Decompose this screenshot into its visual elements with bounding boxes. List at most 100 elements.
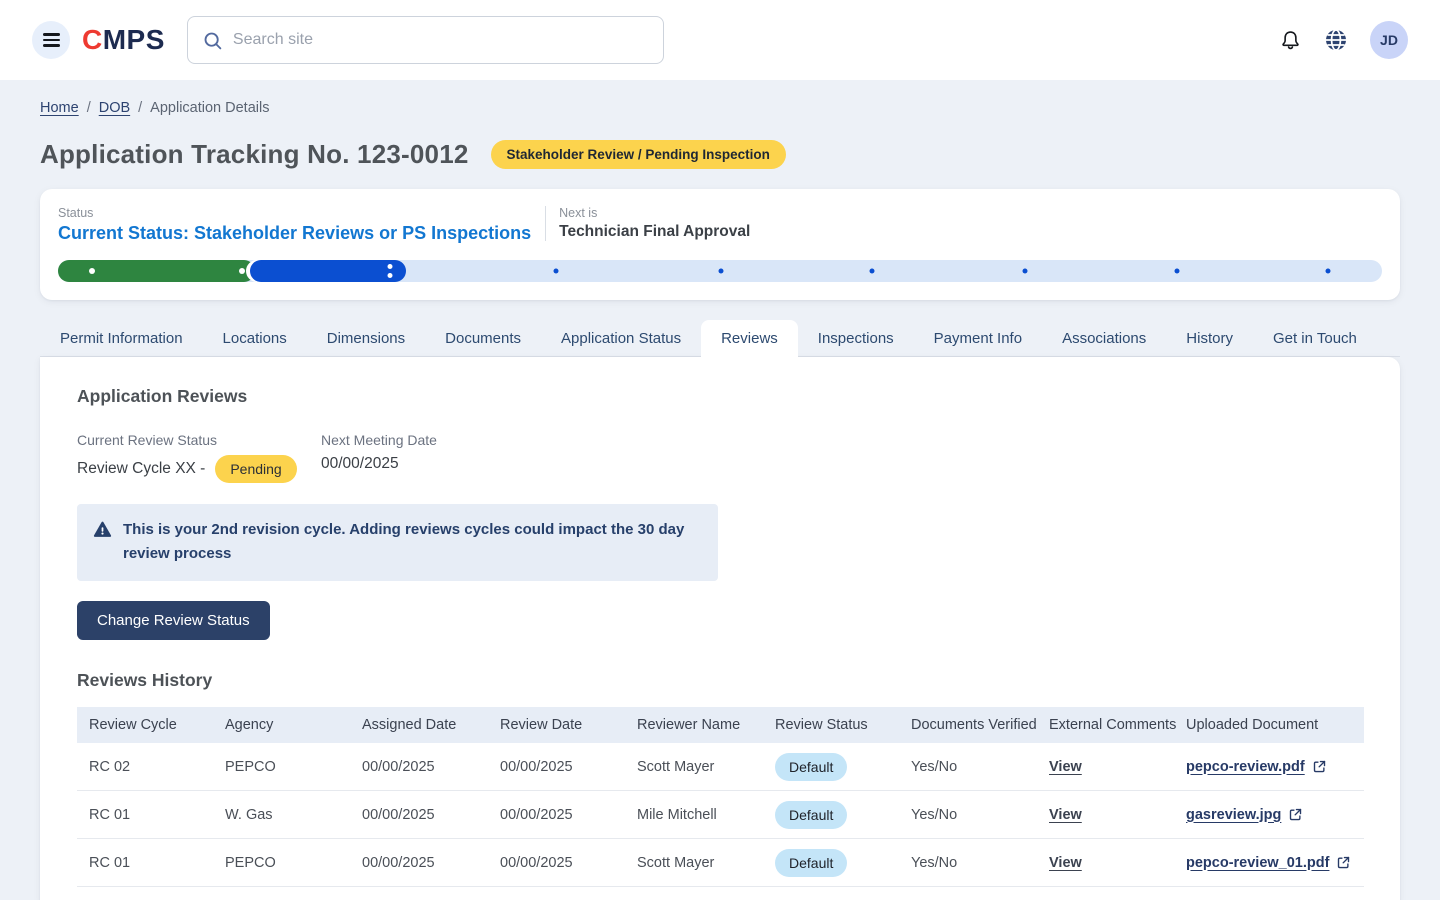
next-meeting-date-value: 00/00/2025 xyxy=(321,455,399,473)
column-header: Uploaded Document xyxy=(1186,717,1364,733)
review-status-badge: Default xyxy=(775,753,847,781)
review-status-badge: Default xyxy=(775,801,847,829)
progress-completed-segment xyxy=(58,260,255,282)
cell-reviewer: Scott Mayer xyxy=(637,759,775,775)
external-link-icon[interactable] xyxy=(1312,759,1327,774)
title-row: Application Tracking No. 123-0012 Stakeh… xyxy=(40,139,1400,170)
column-header: Review Status xyxy=(775,717,911,733)
view-comments-link[interactable]: View xyxy=(1049,759,1082,775)
next-meeting-date-label: Next Meeting Date xyxy=(321,432,565,448)
cell-uploaded-document: pepco-review_01.pdf xyxy=(1186,855,1364,871)
review-summary-fields: Current Review Status Review Cycle XX - … xyxy=(77,432,1364,483)
tab-bar: Permit InformationLocationsDimensionsDoc… xyxy=(40,320,1400,357)
menu-icon[interactable] xyxy=(32,21,70,59)
language-globe-icon[interactable] xyxy=(1324,28,1348,52)
uploaded-document-link[interactable]: gasreview.jpg xyxy=(1186,807,1281,823)
cell-reviewed: 00/00/2025 xyxy=(500,855,637,871)
cell-assigned: 00/00/2025 xyxy=(362,807,500,823)
warning-icon xyxy=(93,518,112,539)
revision-cycle-warning: This is your 2nd revision cycle. Adding … xyxy=(77,504,718,581)
cell-agency: PEPCO xyxy=(225,759,362,775)
tab-dimensions[interactable]: Dimensions xyxy=(307,320,425,356)
external-link-icon[interactable] xyxy=(1288,807,1303,822)
column-header: Assigned Date xyxy=(362,717,500,733)
column-header: Review Cycle xyxy=(89,717,225,733)
external-link-icon[interactable] xyxy=(1336,855,1351,870)
view-comments-link[interactable]: View xyxy=(1049,807,1082,823)
progress-step-dot xyxy=(1325,269,1330,274)
tab-application-status[interactable]: Application Status xyxy=(541,320,701,356)
progress-step-dot xyxy=(1022,269,1027,274)
cell-reviewer: Mile Mitchell xyxy=(637,807,775,823)
breadcrumb: Home / DOB / Application Details xyxy=(40,100,1400,116)
column-header: External Comments xyxy=(1049,717,1186,733)
current-review-status-label: Current Review Status xyxy=(77,432,321,448)
uploaded-document-link[interactable]: pepco-review_01.pdf xyxy=(1186,855,1329,871)
tab-get-in-touch[interactable]: Get in Touch xyxy=(1253,320,1377,356)
warning-text: This is your 2nd revision cycle. Adding … xyxy=(123,518,700,566)
cell-cycle: RC 02 xyxy=(89,759,225,775)
page-title: Application Tracking No. 123-0012 xyxy=(40,139,469,170)
application-status-badge: Stakeholder Review / Pending Inspection xyxy=(491,140,786,169)
cell-cycle: RC 01 xyxy=(89,807,225,823)
cell-review-status: Default xyxy=(775,849,911,877)
next-meeting-date-field: Next Meeting Date 00/00/2025 xyxy=(321,432,565,483)
reviews-table-body: RC 02PEPCO00/00/202500/00/2025Scott Maye… xyxy=(77,743,1364,887)
notifications-bell-icon[interactable] xyxy=(1279,29,1302,52)
site-search[interactable] xyxy=(187,16,664,64)
progress-step-dot xyxy=(870,269,875,274)
cell-documents-verified: Yes/No xyxy=(911,759,1049,775)
cell-reviewed: 00/00/2025 xyxy=(500,807,637,823)
tab-documents[interactable]: Documents xyxy=(425,320,541,356)
progress-bar xyxy=(58,260,1382,282)
progress-step-dot xyxy=(89,268,95,274)
section-title-reviews-history: Reviews History xyxy=(77,670,1364,691)
cell-cycle: RC 01 xyxy=(89,855,225,871)
breadcrumb-separator: / xyxy=(87,100,91,116)
tab-permit-information[interactable]: Permit Information xyxy=(40,320,203,356)
table-header-row: Review CycleAgencyAssigned DateReview Da… xyxy=(77,707,1364,743)
logo-rest: MPS xyxy=(103,24,165,55)
reviews-history-table: Review CycleAgencyAssigned DateReview Da… xyxy=(77,707,1364,887)
user-avatar[interactable]: JD xyxy=(1370,21,1408,59)
cell-reviewer: Scott Mayer xyxy=(637,855,775,871)
progress-step-dot xyxy=(719,269,724,274)
table-row: RC 01PEPCO00/00/202500/00/2025Scott Maye… xyxy=(77,839,1364,887)
change-review-status-button[interactable]: Change Review Status xyxy=(77,601,270,640)
column-header: Agency xyxy=(225,717,362,733)
current-review-status-value: Review Cycle XX - xyxy=(77,460,205,478)
view-comments-link[interactable]: View xyxy=(1049,855,1082,871)
reviews-panel: Application Reviews Current Review Statu… xyxy=(40,357,1400,900)
table-row: RC 02PEPCO00/00/202500/00/2025Scott Maye… xyxy=(77,743,1364,791)
tab-payment-info[interactable]: Payment Info xyxy=(914,320,1042,356)
tab-inspections[interactable]: Inspections xyxy=(798,320,914,356)
status-label: Status xyxy=(58,206,531,220)
cell-reviewed: 00/00/2025 xyxy=(500,759,637,775)
uploaded-document-link[interactable]: pepco-review.pdf xyxy=(1186,759,1305,775)
tab-associations[interactable]: Associations xyxy=(1042,320,1166,356)
app-logo: CMPS xyxy=(82,24,165,56)
status-card: Status Current Status: Stakeholder Revie… xyxy=(40,189,1400,300)
tab-locations[interactable]: Locations xyxy=(203,320,307,356)
progress-step-dot xyxy=(239,268,245,274)
cell-agency: W. Gas xyxy=(225,807,362,823)
header-actions: JD xyxy=(1279,21,1408,59)
next-is-label: Next is xyxy=(559,206,750,220)
search-icon xyxy=(202,30,223,51)
cell-uploaded-document: pepco-review.pdf xyxy=(1186,759,1364,775)
top-header: CMPS JD xyxy=(0,0,1440,80)
breadcrumb-current: Application Details xyxy=(150,100,269,116)
search-input[interactable] xyxy=(233,31,649,49)
next-status-text: Technician Final Approval xyxy=(559,223,750,241)
table-row: RC 01W. Gas00/00/202500/00/2025Mile Mitc… xyxy=(77,791,1364,839)
cell-assigned: 00/00/2025 xyxy=(362,759,500,775)
tab-history[interactable]: History xyxy=(1166,320,1253,356)
tab-reviews[interactable]: Reviews xyxy=(701,320,798,357)
current-review-status-field: Current Review Status Review Cycle XX - … xyxy=(77,432,321,483)
column-header: Reviewer Name xyxy=(637,717,775,733)
breadcrumb-dob-link[interactable]: DOB xyxy=(99,100,130,116)
breadcrumb-home-link[interactable]: Home xyxy=(40,100,79,116)
review-status-badge: Default xyxy=(775,849,847,877)
cell-review-status: Default xyxy=(775,801,911,829)
cell-external-comments: View xyxy=(1049,807,1186,823)
